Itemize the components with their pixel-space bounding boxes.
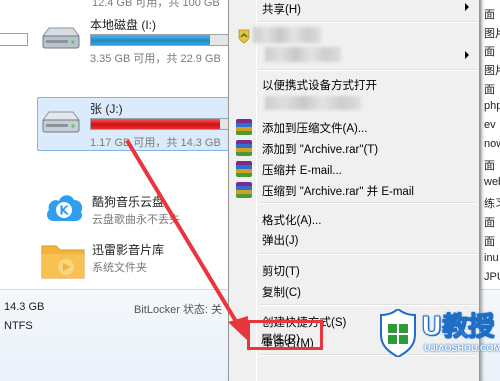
menu-item-label: 共享(H) <box>262 4 301 16</box>
menu-item-label: 剪切(T) <box>262 266 300 278</box>
annotation-highlight-box <box>247 320 323 350</box>
redacted-text <box>265 47 341 62</box>
drive-i-usage-fill <box>91 35 210 45</box>
kugou-cloud-icon: K <box>46 195 83 221</box>
right-col-item[interactable]: 面 <box>484 6 495 22</box>
menu-item-label: 压缩到 "Archive.rar" 并 E-mail <box>262 186 414 198</box>
winrar-icon <box>236 140 252 156</box>
submenu-arrow-icon <box>465 51 469 59</box>
menu-item-redacted[interactable] <box>231 25 477 47</box>
kugou-cloud-name: 酷狗音乐云盘 <box>92 195 165 209</box>
kugou-cloud-item[interactable]: K 酷狗音乐云盘 云盘歌曲永不丢失 <box>40 193 230 229</box>
right-col-item[interactable]: now <box>484 138 500 150</box>
winrar-icon <box>236 161 252 177</box>
right-col-item[interactable]: 面 <box>484 43 495 59</box>
menu-item-portable-open[interactable]: 以便携式设备方式打开 <box>231 73 477 95</box>
menu-item-label: 弹出(J) <box>262 235 299 247</box>
shield-arrow-icon <box>238 29 250 44</box>
right-col-item[interactable]: 面 <box>484 233 495 249</box>
menu-item-label: 添加到 "Archive.rar"(T) <box>262 144 379 156</box>
menu-separator <box>259 202 477 204</box>
menu-item-copy[interactable]: 复制(C) <box>231 280 477 302</box>
watermark-logo: U教授 UJIAOSHOU.COM <box>377 305 500 381</box>
drive-i[interactable]: 本地磁盘 (I:) 3.35 GB 可用，共 22.9 GB <box>40 16 240 66</box>
svg-text:K: K <box>59 204 69 218</box>
winrar-icon <box>236 182 252 198</box>
removable-drive-icon <box>42 111 80 133</box>
menu-item-label: 格式化(A)... <box>262 215 322 227</box>
menu-item-redacted[interactable] <box>231 45 477 67</box>
right-col-item[interactable]: 练习 <box>484 195 500 211</box>
right-col-item[interactable]: 图片 <box>484 62 500 78</box>
right-col-item[interactable]: ev <box>484 119 496 131</box>
logo-site: UJIAOSHOU.COM <box>424 343 500 353</box>
hard-drive-icon <box>42 27 80 49</box>
details-size: 14.3 GB <box>4 301 45 313</box>
folder-icon <box>41 245 85 279</box>
submenu-arrow-icon <box>465 3 469 11</box>
redacted-text <box>253 27 321 43</box>
right-col-item[interactable]: 面 <box>484 81 495 97</box>
drive-i-name: 本地磁盘 (I:) <box>90 18 156 32</box>
drive-j[interactable]: 张 (J:) 1.17 GB 可用，共 14.3 GB <box>40 100 240 150</box>
right-col-item[interactable]: 图片 <box>484 25 500 41</box>
menu-item-label: 以便携式设备方式打开 <box>262 80 377 92</box>
menu-item-label: 压缩并 E-mail... <box>262 165 342 177</box>
menu-item-eject[interactable]: 弹出(J) <box>231 228 477 250</box>
shield-logo-icon <box>380 309 416 357</box>
right-col-item[interactable]: 面 <box>484 157 495 173</box>
right-file-column: 面 图片 面 图片 面 php ev now 面 web 练习 面 面 inu … <box>480 0 500 289</box>
drive-i-size: 3.35 GB 可用，共 22.9 GB <box>90 53 221 65</box>
drive-j-size: 1.17 GB 可用，共 14.3 GB <box>90 137 221 149</box>
menu-separator <box>259 253 477 255</box>
right-col-item[interactable]: web <box>484 176 500 188</box>
xunlei-library-item[interactable]: 迅雷影音片库 系统文件夹 <box>40 241 230 281</box>
menu-item-format[interactable]: 格式化(A)... <box>231 208 477 230</box>
drive-above-size: 12.4 GB 可用，共 100 GB <box>92 0 220 9</box>
right-col-item[interactable]: 面 <box>484 214 495 230</box>
right-col-item[interactable]: JPU <box>484 271 500 283</box>
drive-i-usage-bar <box>90 34 232 46</box>
details-filesystem: NTFS <box>4 320 33 332</box>
right-col-item[interactable]: inu <box>484 252 499 264</box>
winrar-icon <box>236 119 252 135</box>
drive-j-usage-fill <box>91 119 220 129</box>
menu-item-label: 复制(C) <box>262 287 301 299</box>
menu-item-compress-email[interactable]: 压缩并 E-mail... <box>231 158 477 180</box>
menu-separator <box>259 69 477 71</box>
xunlei-library-sub: 系统文件夹 <box>92 262 147 274</box>
drive-j-name: 张 (J:) <box>90 102 123 116</box>
kugou-cloud-sub: 云盘歌曲永不丢失 <box>92 214 180 226</box>
menu-item-compress-rar-email[interactable]: 压缩到 "Archive.rar" 并 E-mail <box>231 179 477 201</box>
drive-j-usage-bar <box>90 118 232 130</box>
right-col-item[interactable]: php <box>484 100 500 112</box>
details-bitlocker: BitLocker 状态: 关 <box>134 304 223 316</box>
menu-item-redacted[interactable] <box>231 93 477 115</box>
address-field[interactable] <box>0 33 28 46</box>
menu-item-add-rar[interactable]: 添加到 "Archive.rar"(T) <box>231 137 477 159</box>
menu-item-add-archive[interactable]: 添加到压缩文件(A)... <box>231 116 477 138</box>
menu-separator <box>259 21 477 23</box>
menu-item-cut[interactable]: 剪切(T) <box>231 259 477 281</box>
redacted-text <box>265 96 361 110</box>
menu-item-share[interactable]: 共享(H) <box>231 0 477 19</box>
logo-brand: U教授 <box>420 312 495 343</box>
menu-item-label: 添加到压缩文件(A)... <box>262 123 368 135</box>
xunlei-library-name: 迅雷影音片库 <box>92 243 165 257</box>
